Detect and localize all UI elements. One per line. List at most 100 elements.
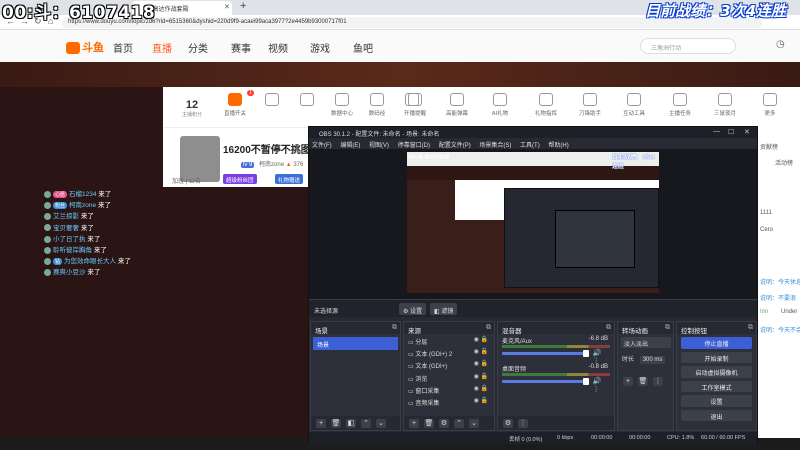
gift-pill[interactable]: 礼物赠送 xyxy=(275,174,304,184)
chat-user[interactable]: 小了日了执 xyxy=(53,236,86,243)
undock-icon[interactable]: ⧉ xyxy=(606,324,611,332)
tool-interact[interactable]: 互动工具 xyxy=(617,93,651,117)
source-item[interactable]: ▭ 窗口采集 ◉ 🔓 xyxy=(404,383,494,395)
history-icon[interactable]: ◷ xyxy=(776,39,785,50)
add-source-button[interactable]: + xyxy=(409,419,419,428)
preview-area[interactable]: 00:斗:6107418 目前战绩：3次4连胜 xyxy=(309,149,757,299)
source-item[interactable]: ▭ 音频采集 ◉ 🔓 xyxy=(404,395,494,407)
virtual-camera-button[interactable]: 启动虚拟摄像机 xyxy=(681,366,752,378)
undock-icon[interactable]: ⧉ xyxy=(665,324,670,332)
tab-close-icon[interactable]: ✕ xyxy=(224,3,230,11)
volume-slider[interactable]: 🔊 ⋮ xyxy=(502,350,610,365)
transition-select[interactable]: 淡入淡出 xyxy=(621,337,671,348)
tool-extra[interactable]: 三鼠夜月 xyxy=(708,93,742,117)
nav-live[interactable]: 直播 xyxy=(152,40,172,55)
fan-club-pill[interactable]: 超级粉丝团 xyxy=(223,174,257,184)
undock-icon[interactable]: ⧉ xyxy=(486,324,491,332)
source-item[interactable]: ▭ 文本 (GDI+) 2 ◉ 🔓 xyxy=(404,346,494,358)
remove-scene-button[interactable]: 🗑 xyxy=(331,419,341,428)
source-item[interactable]: ▭ 文本 (GDI+) ◉ 🔓 xyxy=(404,358,494,370)
scene-down-button[interactable]: ⌄ xyxy=(376,419,386,428)
scene-item[interactable]: 场景 xyxy=(313,337,398,350)
nav-events[interactable]: 赛事 xyxy=(231,40,251,55)
mixer-menu-button[interactable]: ⋮ xyxy=(518,419,528,428)
settings-button[interactable]: 设置 xyxy=(681,395,752,407)
source-up-button[interactable]: ⌃ xyxy=(454,419,464,428)
nav-games[interactable]: 游戏 xyxy=(310,40,330,55)
tool-2[interactable] xyxy=(255,93,289,109)
source-down-button[interactable]: ⌄ xyxy=(469,419,479,428)
stop-streaming-button[interactable]: 停止直播 xyxy=(681,337,752,349)
streamer-name[interactable]: 柯南zone xyxy=(259,162,284,168)
remove-source-button[interactable]: 🗑 xyxy=(424,419,434,428)
source-props-button[interactable]: ⚙ xyxy=(439,419,449,428)
properties-button[interactable]: ⚙ 设置 xyxy=(399,303,427,315)
followers-stat: 12 主播积分 xyxy=(177,99,207,118)
eye-lock-icon[interactable]: ◉ 🔓 xyxy=(474,336,488,343)
source-item[interactable]: ▭ 浏览 ◉ 🔓 xyxy=(404,371,494,383)
tool-more[interactable]: 更多 xyxy=(753,93,787,117)
nav-fishbar[interactable]: 鱼吧 xyxy=(353,40,373,55)
chat-user[interactable]: 赛爽小豆沙 xyxy=(53,269,86,276)
tool-digital[interactable]: 数码经 xyxy=(360,93,394,117)
chat-user[interactable]: 聆听彼岸胸角 xyxy=(53,247,92,254)
duration-input[interactable]: 300 ms xyxy=(639,356,666,364)
tool-task[interactable]: 主播任务 xyxy=(663,93,697,117)
eye-lock-icon[interactable]: ◉ 🔓 xyxy=(474,385,488,392)
slider-knob[interactable] xyxy=(583,378,590,385)
eye-lock-icon[interactable]: ◉ 🔓 xyxy=(474,360,488,367)
eye-lock-icon[interactable]: ◉ 🔓 xyxy=(474,373,488,380)
tool-blade[interactable]: 刀锋助手 xyxy=(573,93,607,117)
chat-user[interactable]: 石榴1234 xyxy=(69,191,96,198)
dropped-frames: 丢帧 0 (0.0%) xyxy=(509,437,543,443)
star-icon xyxy=(300,93,314,106)
chat-msg: 来了 xyxy=(93,246,107,254)
nav-home[interactable]: 首页 xyxy=(113,40,133,55)
notice-link[interactable]: 加班 | 公告 xyxy=(172,176,201,185)
douyu-logo[interactable]: 斗鱼 xyxy=(66,39,104,55)
scene-up-button[interactable]: ⌃ xyxy=(361,419,371,428)
preview-canvas[interactable]: 00:斗:6107418 目前战绩：3次4连胜 xyxy=(407,152,659,293)
filters-button[interactable]: ◧ 滤镜 xyxy=(430,303,458,315)
tool-gift-command[interactable]: 礼物指挥 xyxy=(529,93,563,117)
eye-lock-icon[interactable]: ◉ 🔓 xyxy=(474,348,488,355)
studio-mode-button[interactable]: 工作室模式 xyxy=(681,380,752,392)
chat-user[interactable]: 艾兰掠影 xyxy=(53,213,79,220)
add-transition-button[interactable]: + xyxy=(623,377,633,386)
rank-tab[interactable]: 贡献榜 xyxy=(760,142,778,151)
remove-transition-button[interactable]: 🗑 xyxy=(638,377,648,386)
chat-user[interactable]: 为您效命眼长大人 xyxy=(64,258,116,265)
tool-live-switch[interactable]: 直播开关 xyxy=(218,93,252,117)
source-item[interactable]: ▭ 分层 ◉ 🔓 xyxy=(404,334,494,346)
obs-close-button[interactable]: ✕ xyxy=(744,128,750,136)
new-tab-button[interactable]: + xyxy=(240,0,246,12)
eye-lock-icon[interactable]: ◉ 🔓 xyxy=(474,397,488,404)
nav-category[interactable]: 分类 xyxy=(188,40,208,55)
undock-icon[interactable]: ⧉ xyxy=(748,324,753,332)
search-input[interactable]: 三角洲行动 xyxy=(640,38,736,54)
start-recording-button[interactable]: 开始录制 xyxy=(681,351,752,363)
tool-data-center[interactable]: 数据中心 xyxy=(325,93,359,117)
add-scene-button[interactable]: + xyxy=(316,419,326,428)
obs-minimize-button[interactable]: — xyxy=(713,128,720,135)
activity-tab[interactable]: 活动榜 xyxy=(775,158,793,167)
slider-knob[interactable] xyxy=(583,350,590,357)
obs-maximize-button[interactable]: ☐ xyxy=(728,128,734,136)
channel-db: -0.8 dB xyxy=(588,364,608,370)
chat-user[interactable]: 柯南zone xyxy=(69,202,96,209)
speaker-icon[interactable]: 🔊 ⋮ xyxy=(593,377,610,393)
tool-ai-gift[interactable]: AI礼物 xyxy=(483,93,517,117)
exit-button[interactable]: 退出 xyxy=(681,409,752,421)
volume-slider[interactable]: 🔊 ⋮ xyxy=(502,378,610,393)
scene-filter-button[interactable]: ◧ xyxy=(346,419,356,428)
tool-danmaku[interactable]: 高能弹幕 xyxy=(440,93,474,117)
transition-menu-button[interactable]: ⋮ xyxy=(653,377,663,386)
tool-reminder[interactable]: 开播提醒 xyxy=(398,93,432,117)
mixer-settings-button[interactable]: ⚙ xyxy=(503,419,513,428)
chat-user[interactable]: 宝贝奢奢 xyxy=(53,225,79,232)
mixer-channel-mic: 麦克风/Aux -6.8 dB xyxy=(498,334,614,345)
nav-video[interactable]: 视频 xyxy=(268,40,288,55)
chat-msg: 来了 xyxy=(117,258,131,266)
tool-3[interactable] xyxy=(290,93,324,109)
undock-icon[interactable]: ⧉ xyxy=(392,324,397,332)
